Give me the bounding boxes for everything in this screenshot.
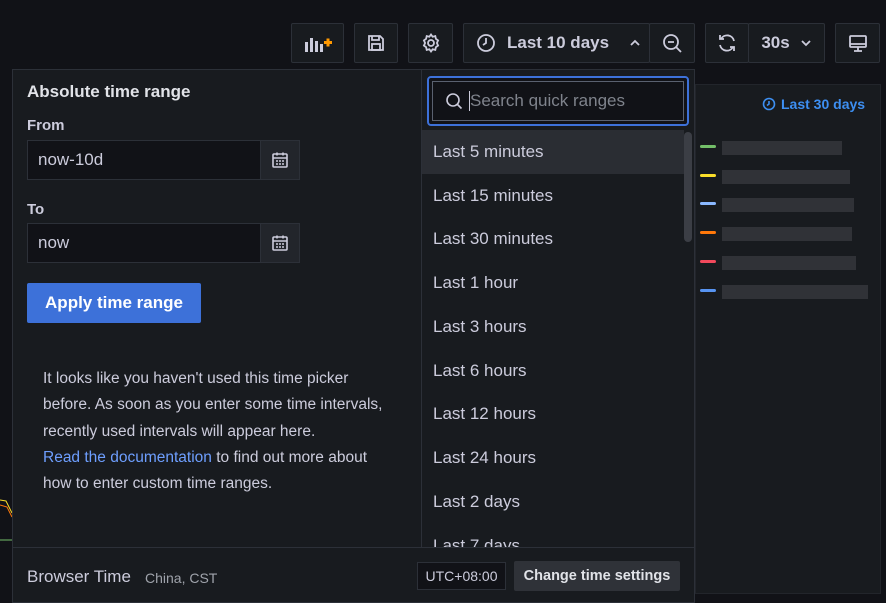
legend-swatch — [700, 231, 716, 234]
quick-range-item[interactable]: Last 15 minutes — [422, 174, 684, 218]
save-dashboard-button[interactable] — [354, 23, 398, 63]
chevron-up-icon — [630, 39, 640, 46]
zoom-out-button[interactable] — [649, 23, 695, 63]
panel-time-override: Last 30 days — [762, 96, 865, 112]
to-input[interactable]: now — [27, 223, 261, 263]
from-calendar-button[interactable] — [260, 140, 300, 180]
quick-range-item[interactable]: Last 1 hour — [422, 261, 684, 305]
change-time-settings-button[interactable]: Change time settings — [514, 561, 680, 591]
help-text: It looks like you haven't used this time… — [43, 366, 383, 497]
legend-swatch — [700, 202, 716, 205]
help-message: It looks like you haven't used this time… — [43, 370, 383, 440]
save-icon — [368, 35, 384, 51]
calendar-icon — [272, 152, 288, 168]
quick-range-item[interactable]: Last 24 hours — [422, 436, 684, 480]
background-graph-panel — [695, 84, 881, 594]
legend-item — [700, 170, 868, 184]
refresh-interval-button[interactable]: 30s — [748, 23, 825, 63]
from-label: From — [27, 117, 65, 134]
legend-item — [700, 227, 868, 241]
timezone-name: China, CST — [145, 570, 218, 586]
quick-range-item[interactable]: Last 2 days — [422, 480, 684, 524]
view-mode-button[interactable] — [835, 23, 880, 63]
quick-range-item[interactable]: Last 7 days — [422, 524, 684, 547]
legend-swatch — [700, 289, 716, 292]
quick-range-item[interactable]: Last 3 hours — [422, 305, 684, 349]
quick-range-item[interactable]: Last 30 minutes — [422, 217, 684, 261]
from-input[interactable]: now-10d — [27, 140, 261, 180]
search-input[interactable]: Search quick ranges — [432, 81, 684, 121]
to-label: To — [27, 201, 45, 218]
apply-time-range-button[interactable]: Apply time range — [27, 283, 201, 323]
time-picker-label: Last 10 days — [507, 33, 610, 52]
add-panel-button[interactable] — [291, 23, 344, 63]
quick-range-item[interactable]: Last 6 hours — [422, 349, 684, 393]
chevron-down-icon — [801, 40, 811, 47]
legend-swatch — [700, 145, 716, 148]
popup-footer-divider — [13, 547, 694, 548]
legend-item — [700, 198, 868, 212]
calendar-icon — [272, 235, 288, 251]
background-graph-lines — [0, 499, 12, 541]
legend-item — [700, 141, 868, 155]
gear-icon — [422, 32, 439, 54]
time-picker-button[interactable]: Last 10 days — [463, 23, 650, 63]
search-placeholder: Search quick ranges — [470, 91, 625, 110]
timezone-label: Browser Time — [27, 567, 131, 586]
dashboard-settings-button[interactable] — [408, 23, 453, 63]
clock-icon — [762, 97, 776, 111]
quick-range-item[interactable]: Last 12 hours — [422, 392, 684, 436]
panel-time-override-label: Last 30 days — [781, 96, 866, 112]
add-panel-icon — [304, 38, 332, 52]
clock-icon — [477, 34, 495, 52]
utc-offset-badge: UTC+08:00 — [417, 562, 506, 590]
absolute-range-title: Absolute time range — [27, 82, 191, 101]
refresh-icon — [719, 34, 735, 52]
quick-range-item[interactable]: Last 5 minutes — [422, 130, 684, 174]
to-calendar-button[interactable] — [260, 223, 300, 263]
legend-item — [700, 256, 868, 270]
quick-ranges-list[interactable]: Last 5 minutes Last 15 minutes Last 30 m… — [422, 130, 694, 547]
documentation-link[interactable]: Read the documentation — [43, 449, 212, 466]
refresh-interval-label: 30s — [761, 33, 790, 52]
quick-ranges-scrollbar[interactable] — [684, 132, 692, 242]
zoom-out-icon — [663, 34, 682, 53]
legend-item — [700, 285, 868, 299]
legend-swatch — [700, 174, 716, 177]
tv-icon — [848, 35, 867, 52]
legend-swatch — [700, 260, 716, 263]
search-icon — [446, 93, 463, 110]
search-quick-ranges-field[interactable]: Search quick ranges — [427, 76, 689, 126]
refresh-button[interactable] — [705, 23, 749, 63]
